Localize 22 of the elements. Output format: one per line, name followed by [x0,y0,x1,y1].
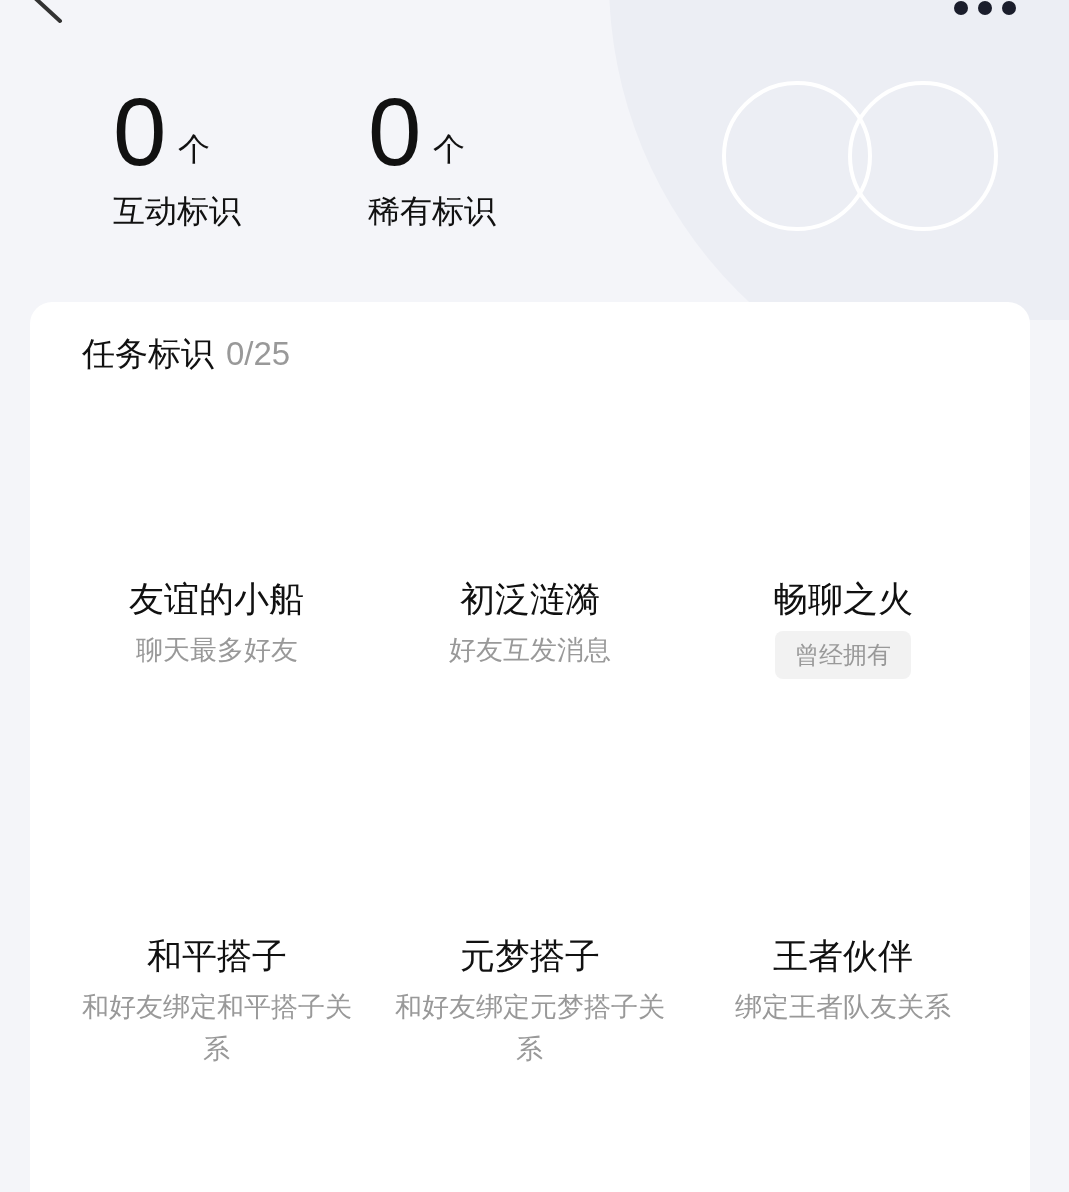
badge-name[interactable]: 和平搭子 [146,934,287,978]
badge-description: 聊天最多好友 [134,633,299,667]
badge-name[interactable]: 王者伙伴 [773,934,914,978]
status-tag: 曾经拥有 [775,631,912,679]
badge-name[interactable]: 友谊的小船 [129,577,305,621]
card-title: 任务标识 [82,333,214,375]
badge-name[interactable]: 畅聊之火 [773,577,914,621]
card-count: 0/25 [226,335,291,373]
stat-value: 0 [113,82,167,182]
badge-description: 绑定王者队友关系 [734,990,953,1024]
stat-label: 互动标识 [113,191,242,232]
badge-description: 和好友绑定元梦搭子关系 [394,990,666,1066]
stat-value: 0 [368,82,422,182]
back-icon[interactable] [33,0,63,24]
stat-unit: 个 [433,129,466,170]
more-icon[interactable] [953,0,1019,16]
badge-description: 好友互发消息 [448,633,612,667]
stat-unit: 个 [178,129,211,170]
badge-name[interactable]: 元梦搭子 [460,934,600,978]
stat-label: 稀有标识 [368,191,497,232]
badge-name[interactable]: 初泛涟漪 [460,577,600,621]
badge-description: 和好友绑定和平搭子关系 [80,990,353,1066]
